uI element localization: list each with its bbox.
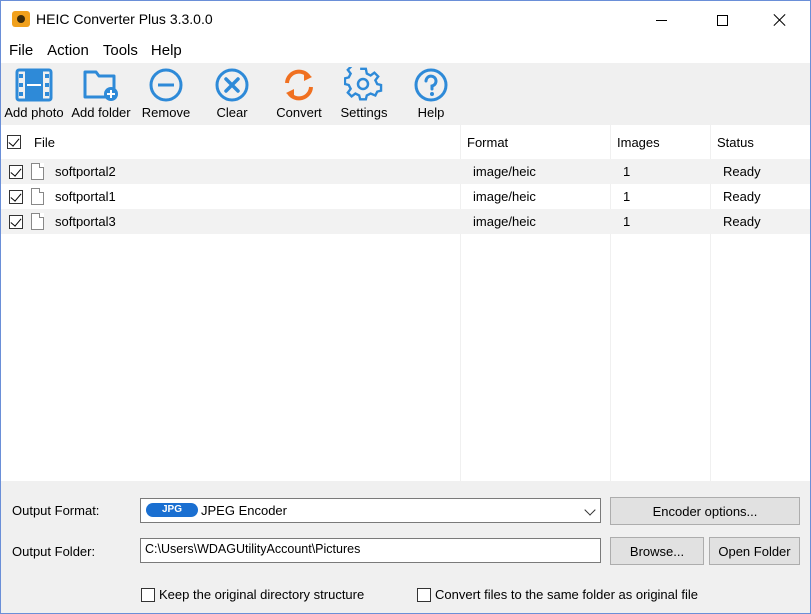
menu-action[interactable]: Action [47,39,89,63]
file-icon [31,188,44,205]
help-label: Help [417,105,445,120]
remove-label: Remove [141,105,191,120]
menu-bar: File Action Tools Help [1,39,810,63]
gear-icon [344,67,383,101]
x-circle-icon [215,68,249,102]
app-logo-icon [12,11,30,27]
same-folder-check [417,587,431,602]
close-icon [773,13,787,27]
same-folder-label: Convert files to the same folder as orig… [435,587,699,602]
file-format: image/heic [473,189,536,204]
file-table: File Format Images Status softportal2 im… [1,125,810,481]
output-folder-label: Output Folder: [12,544,96,559]
file-status: Ready [723,189,761,204]
convert-button[interactable]: Convert [272,63,326,125]
minimize-button[interactable] [638,1,684,39]
maximize-button[interactable] [699,1,745,39]
film-icon [15,68,53,102]
keep-structure-label: Keep the original directory structure [159,587,365,602]
minus-circle-icon [149,68,183,102]
add-folder-label: Add folder [71,105,131,120]
maximize-icon [716,14,728,26]
help-button[interactable]: Help [411,63,451,125]
file-format: image/heic [473,164,536,179]
remove-button[interactable]: Remove [139,63,193,125]
refresh-icon [285,69,313,101]
file-name: softportal1 [55,189,116,204]
output-panel: Output Format: JPG JPEG Encoder Encoder … [1,481,810,613]
select-all-checkbox[interactable] [7,125,21,159]
menu-help[interactable]: Help [151,39,182,63]
table-row[interactable]: softportal2 image/heic 1 Ready [1,159,810,184]
header-status[interactable]: Status [717,125,754,159]
settings-label: Settings [340,105,388,120]
browse-button[interactable]: Browse... [610,537,704,565]
jpg-badge: JPG [146,503,198,517]
encoder-options-button[interactable]: Encoder options... [610,497,800,525]
app-window: HEIC Converter Plus 3.3.0.0 File Action … [0,0,811,614]
row-checkbox[interactable] [9,189,23,204]
file-icon [31,213,44,230]
file-icon [31,163,44,180]
file-images: 1 [623,164,631,179]
add-photo-label: Add photo [4,105,64,120]
open-folder-button[interactable]: Open Folder [709,537,800,565]
clear-button[interactable]: Clear [208,63,256,125]
clear-label: Clear [216,105,248,120]
title-bar: HEIC Converter Plus 3.3.0.0 [1,1,810,39]
toolbar: Add photo Add folder Remove Clear Conver… [1,63,810,125]
chevron-down-icon [584,504,596,516]
file-status: Ready [723,214,761,229]
window-title: HEIC Converter Plus 3.3.0.0 [36,11,213,27]
keep-structure-checkbox[interactable]: Keep the original directory structure [141,587,364,602]
minimize-icon [655,19,667,21]
menu-tools[interactable]: Tools [103,39,138,63]
row-checkbox[interactable] [9,214,23,229]
output-folder-input[interactable]: C:\Users\WDAGUtilityAccount\Pictures [140,538,601,563]
output-format-value: JPEG Encoder [201,503,287,518]
close-button[interactable] [757,1,803,39]
header-images[interactable]: Images [617,125,660,159]
header-format[interactable]: Format [467,125,508,159]
add-photo-button[interactable]: Add photo [4,63,64,125]
menu-file[interactable]: File [9,39,33,63]
file-images: 1 [623,189,631,204]
select-all-check [7,135,21,149]
file-name: softportal3 [55,214,116,229]
row-checkbox[interactable] [9,164,23,179]
file-status: Ready [723,164,761,179]
folder-add-icon [83,70,118,101]
file-images: 1 [623,214,631,229]
question-circle-icon [414,68,448,102]
output-format-select[interactable]: JPG JPEG Encoder [140,498,601,523]
same-folder-checkbox[interactable]: Convert files to the same folder as orig… [417,587,698,602]
table-row[interactable]: softportal1 image/heic 1 Ready [1,184,810,209]
file-name: softportal2 [55,164,116,179]
settings-button[interactable]: Settings [338,63,390,125]
table-row[interactable]: softportal3 image/heic 1 Ready [1,209,810,234]
output-format-label: Output Format: [12,503,100,518]
header-file[interactable]: File [34,125,55,159]
add-folder-button[interactable]: Add folder [69,63,133,125]
file-format: image/heic [473,214,536,229]
convert-label: Convert [276,105,322,120]
keep-structure-check [141,587,155,602]
